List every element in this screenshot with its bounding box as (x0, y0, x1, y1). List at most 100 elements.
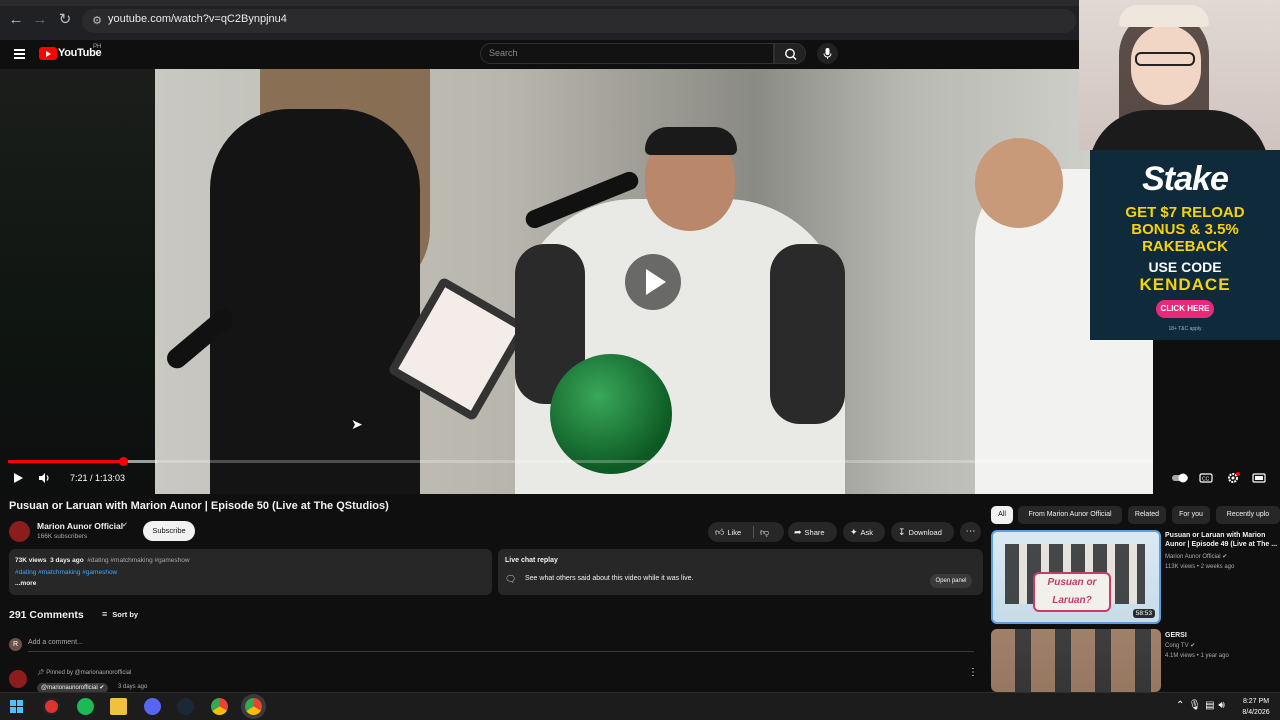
youtube-logo-icon[interactable] (39, 47, 57, 60)
search-icon (785, 48, 797, 60)
open-panel-button[interactable]: Open panel (930, 574, 972, 588)
recommendation-thumbnail[interactable]: Pusuan or Laruan? 58:53 (991, 530, 1161, 624)
recommendation-channel[interactable]: Cong TV ✔ (1165, 642, 1280, 651)
video-figure (975, 138, 1063, 228)
thumbnail-logo: Pusuan or Laruan? (1033, 572, 1111, 612)
video-figure (770, 244, 845, 424)
captions-button[interactable]: CC (1199, 472, 1213, 487)
big-play-icon[interactable] (625, 254, 681, 310)
channel-name[interactable]: Marion Aunor Official (37, 521, 123, 531)
autoplay-toggle[interactable] (1171, 472, 1189, 487)
microphone-tray-icon[interactable]: 🎙︎ (1188, 700, 1205, 711)
subscribe-button[interactable]: Subscribe (143, 521, 195, 541)
verified-icon: ✔ (122, 522, 128, 529)
hamburger-menu-icon[interactable] (14, 49, 25, 59)
stake-ad-banner[interactable]: Stake GET $7 RELOAD BONUS & 3.5% RAKEBACK … (1090, 150, 1280, 340)
video-figure (550, 354, 672, 474)
channel-avatar[interactable] (9, 521, 30, 542)
chip-related[interactable]: Related (1128, 506, 1166, 524)
like-button[interactable]: 👍︎ Like (708, 522, 752, 542)
webcam-figure (1089, 110, 1269, 150)
voice-search-button[interactable] (817, 43, 838, 64)
video-title: Pusuan or Laruan with Marion Aunor | Epi… (9, 500, 389, 512)
webcam-figure (1135, 52, 1195, 66)
live-chat-text: See what others said about this video wh… (525, 575, 694, 582)
player-letterbox (0, 69, 155, 494)
video-player[interactable]: ➤ (0, 69, 1153, 494)
verified-icon: ✔ (1190, 643, 1196, 649)
network-icon[interactable]: ▤ (1205, 700, 1218, 711)
play-button[interactable] (12, 472, 24, 487)
thumbnail-figures (991, 629, 1161, 692)
chrome-app-icon[interactable] (211, 698, 228, 715)
system-clock[interactable]: 8:27 PM 8/4/2026 (1236, 696, 1276, 718)
recommendation-channel-name: Marion Aunor Official (1165, 554, 1221, 560)
share-button[interactable]: ➦ Share (788, 522, 837, 542)
forward-icon[interactable]: → (32, 12, 48, 28)
time-display: 7:21 / 1:13:03 (70, 473, 126, 483)
scrubber-handle[interactable] (118, 457, 128, 466)
search-button[interactable] (774, 43, 806, 64)
more-actions-button[interactable]: ⋯ (960, 522, 981, 542)
file-explorer-icon[interactable] (110, 698, 127, 715)
verified-icon: ✔ (99, 685, 105, 691)
chevron-up-icon[interactable]: ⌃ (1176, 700, 1188, 711)
ad-line-1b: BONUS & 3.5% (1131, 221, 1239, 238)
comment-time: 3 days ago (118, 684, 148, 690)
thumbs-down-icon: 👎︎ (760, 527, 770, 537)
sparkle-icon: ✦ (850, 527, 858, 537)
share-label: Share (804, 528, 825, 537)
comment-input-underline (28, 651, 974, 652)
address-bar[interactable]: ⚙ youtube.com/watch?v=qC2Bynpjnu4 (82, 9, 1076, 33)
fullscreen-button[interactable] (1252, 472, 1266, 487)
site-info-icon[interactable]: ⚙ (90, 14, 104, 28)
user-avatar: R (9, 638, 22, 651)
chip-for-you[interactable]: For you (1172, 506, 1210, 524)
discord-app-icon[interactable] (144, 698, 161, 715)
chat-bubble-icon: 🗨︎ (505, 574, 517, 584)
windows-start-icon[interactable] (10, 700, 23, 713)
ad-brand: Stake (1142, 160, 1229, 198)
system-tray[interactable]: ⌃🎙︎▤🔊︎ (1176, 700, 1229, 711)
hashtag-links[interactable]: #dating #matchmaking #gameshow (15, 569, 117, 576)
comment-menu-icon[interactable]: ⋮ (968, 667, 978, 678)
dislike-button[interactable]: 👎︎ (760, 522, 784, 542)
ask-button[interactable]: ✦ Ask (843, 522, 885, 542)
description-box[interactable]: 73K views 3 days ago #dating #matchmakin… (9, 549, 492, 595)
recommendation-thumbnail[interactable] (991, 629, 1161, 692)
recommendation-title[interactable]: GERSI (1165, 631, 1280, 640)
reload-icon[interactable]: ↻ (57, 12, 73, 28)
search-input[interactable]: Search (480, 43, 774, 64)
settings-button[interactable] (1226, 472, 1240, 487)
spotify-app-icon[interactable] (77, 698, 94, 715)
obs-app-icon[interactable] (43, 698, 60, 715)
volume-tray-icon[interactable]: 🔊︎ (1219, 700, 1229, 711)
ad-line-1a: GET $7 RELOAD (1125, 204, 1245, 221)
webcam-figure (1119, 5, 1209, 27)
progress-bar[interactable] (8, 457, 1153, 466)
steam-app-icon[interactable] (177, 698, 194, 715)
chip-from-channel[interactable]: From Marion Aunor Official (1018, 506, 1122, 524)
address-url: youtube.com/watch?v=qC2Bynpjnu4 (108, 13, 287, 25)
description-stats: 73K views 3 days ago #dating #matchmakin… (15, 557, 190, 564)
show-more-link[interactable]: ...more (15, 580, 36, 587)
theater-mode-icon (1252, 473, 1266, 483)
recommendation-channel[interactable]: Marion Aunor Official ✔ (1165, 553, 1280, 562)
comment-author-avatar[interactable] (9, 670, 27, 688)
ad-click-here-button[interactable]: CLICK HERE (1156, 300, 1214, 318)
chip-recently-uploaded[interactable]: Recently uplo (1216, 506, 1280, 524)
back-icon[interactable]: ← (8, 12, 24, 28)
chip-all[interactable]: All (991, 506, 1013, 524)
view-count: 73K views (15, 557, 47, 564)
download-button[interactable]: ↧ Download (891, 522, 954, 542)
add-comment-input[interactable]: Add a comment... (28, 639, 83, 646)
thumbs-up-icon: 👍︎ (715, 527, 725, 537)
ask-label: Ask (860, 528, 874, 537)
gear-icon (1228, 472, 1240, 483)
recommendation-title[interactable]: Pusuan or Laruan with Marion Aunor | Epi… (1165, 531, 1280, 549)
mute-button[interactable] (38, 472, 51, 487)
chrome-active-app-icon[interactable] (245, 698, 262, 715)
description-tags: #dating #matchmaking #gameshow (87, 557, 190, 564)
pinned-text: Pinned by @marionaunorofficial (46, 670, 132, 676)
sort-by-button[interactable]: ≡ Sort by (102, 609, 138, 619)
